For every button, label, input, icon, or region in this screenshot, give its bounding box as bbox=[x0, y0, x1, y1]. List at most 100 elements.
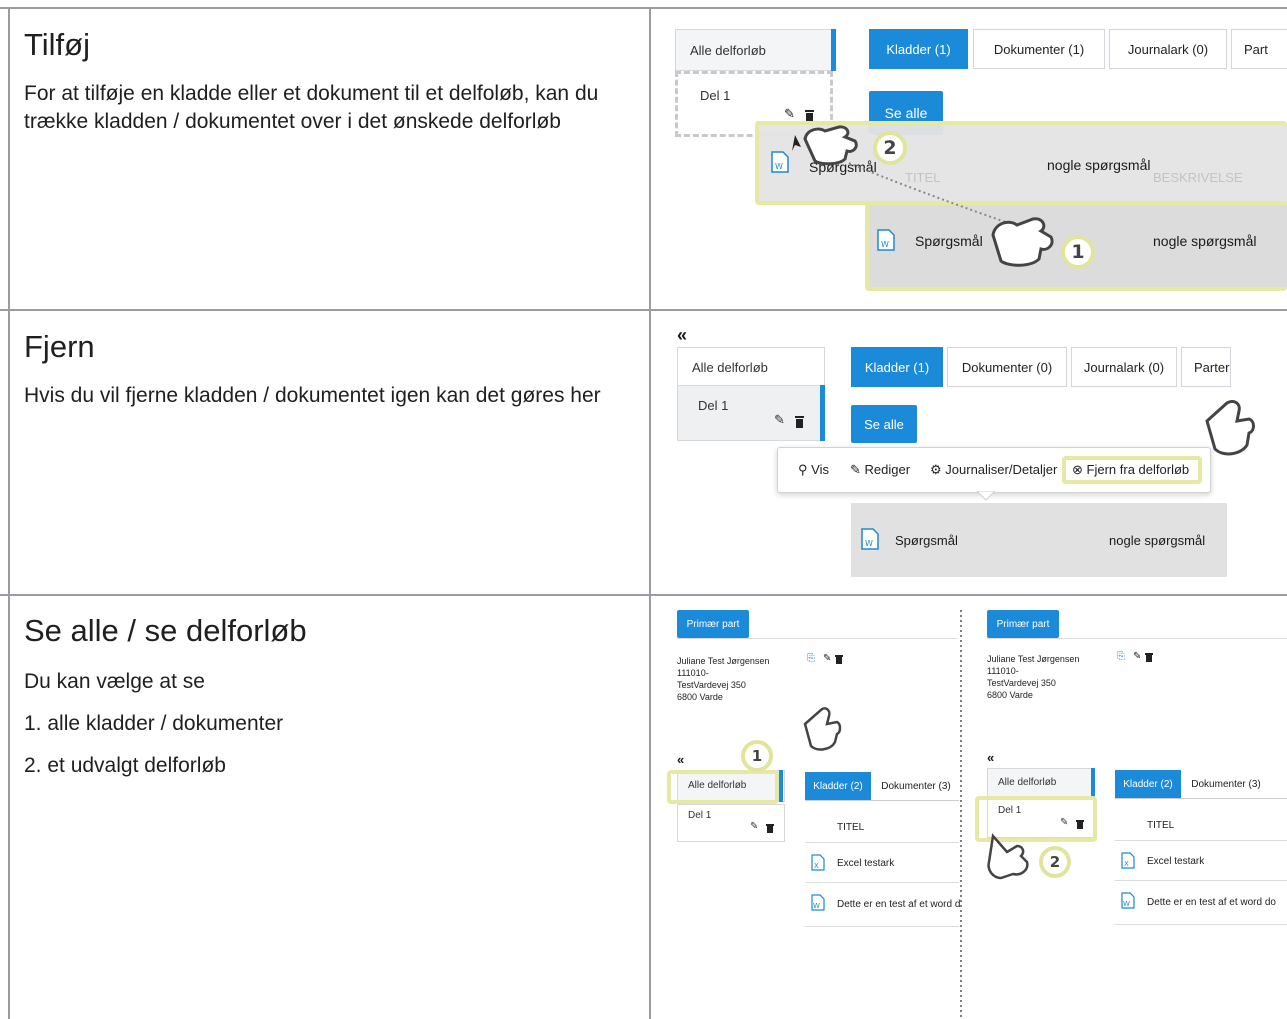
illustration-fjern: « Alle delforløb Del 1 ✎ Kladder (1) Dok… bbox=[651, 311, 1287, 594]
tab-dokumenter[interactable]: Dokumenter (3) bbox=[1183, 770, 1269, 798]
row-se-alle-text: Se alle / se delforløb Du kan vælge at s… bbox=[24, 612, 634, 780]
party-street: TestVardevej 350 bbox=[987, 678, 1056, 688]
collapse-icon[interactable]: « bbox=[677, 752, 684, 767]
table-border-left bbox=[8, 7, 10, 1019]
divider bbox=[805, 800, 959, 801]
sidebar-item-label: Alle delforløb bbox=[692, 360, 768, 375]
se-alle-button[interactable]: Se alle bbox=[851, 405, 917, 443]
menu-item-journaliser[interactable]: ⚙ Journaliser/Detaljer bbox=[930, 462, 1057, 478]
party-street: TestVardevej 350 bbox=[677, 680, 746, 690]
active-indicator bbox=[1091, 768, 1095, 798]
menu-item-vis[interactable]: ⚲ Vis bbox=[798, 462, 829, 478]
word-document-icon: W bbox=[811, 894, 825, 911]
sidebar-item-label: Del 1 bbox=[698, 398, 729, 413]
divider bbox=[805, 926, 959, 927]
divider bbox=[805, 882, 959, 883]
tab-primaer-part[interactable]: Primær part bbox=[987, 610, 1059, 638]
tab-journalark[interactable]: Journalark (0) bbox=[1071, 347, 1177, 387]
search-icon: ⚲ bbox=[798, 462, 808, 477]
collapse-icon[interactable]: « bbox=[987, 750, 994, 765]
divider bbox=[1115, 798, 1287, 799]
illustration-tilfoej: Alle delforløb Del 1 ✎ Kladder (1) Dokum… bbox=[651, 9, 1287, 309]
menu-item-rediger[interactable]: ✎ Rediger bbox=[850, 462, 910, 478]
trash-icon[interactable] bbox=[794, 414, 805, 428]
list-item-2: 2. et udvalgt delforløb bbox=[24, 754, 226, 777]
menu-item-label: Vis bbox=[811, 462, 829, 477]
party-name: Juliane Test Jørgensen bbox=[987, 654, 1080, 664]
svg-text:W: W bbox=[865, 539, 873, 548]
party-info: Juliane Test Jørgensen 111010- TestVarde… bbox=[987, 653, 1079, 701]
pencil-icon[interactable]: ✎ bbox=[1133, 651, 1141, 662]
hand-grab-icon bbox=[803, 125, 858, 166]
svg-text:X: X bbox=[814, 862, 819, 870]
svg-text:X: X bbox=[1124, 860, 1129, 868]
heading-fjern: Fjern bbox=[24, 329, 95, 364]
tab-kladder[interactable]: Kladder (2) bbox=[805, 772, 871, 800]
context-menu: ⚲ Vis ✎ Rediger ⚙ Journaliser/Detaljer ⊗… bbox=[777, 447, 1211, 493]
hand-pointer-icon bbox=[1205, 399, 1255, 456]
menu-item-label: Fjern fra delforløb bbox=[1086, 462, 1190, 477]
step-badge-1: 1 bbox=[741, 740, 773, 772]
divider bbox=[1115, 880, 1287, 881]
excel-document-icon: X bbox=[811, 854, 825, 871]
party-cpr: 111010- bbox=[677, 668, 709, 678]
preview-icon[interactable]: ⎘ bbox=[807, 653, 815, 664]
sidebar-item-del-1[interactable]: Del 1 ✎ bbox=[677, 385, 825, 441]
highlight-alle bbox=[667, 770, 779, 804]
trash-icon[interactable] bbox=[1145, 652, 1153, 662]
row-fjern-text: Fjern Hvis du vil fjerne kladden / dokum… bbox=[24, 328, 634, 410]
divider bbox=[1115, 924, 1287, 925]
row-tilfoej-text: Tilføj For at tilføje en kladde eller et… bbox=[24, 26, 634, 136]
sidebar-item-alle-delforloeb[interactable]: Alle delforløb bbox=[987, 768, 1095, 798]
heading-tilfoej: Tilføj bbox=[24, 27, 90, 62]
tab-kladder[interactable]: Kladder (1) bbox=[851, 347, 943, 387]
row-title[interactable]: Dette er en test af et word d bbox=[837, 899, 960, 910]
svg-text:W: W bbox=[1123, 900, 1130, 908]
pencil-icon[interactable]: ✎ bbox=[750, 821, 758, 832]
collapse-icon[interactable]: « bbox=[677, 325, 687, 346]
step-badge-2: 2 bbox=[1039, 846, 1071, 878]
tab-kladder[interactable]: Kladder (2) bbox=[1115, 770, 1181, 798]
tab-parter[interactable]: Parter bbox=[1181, 347, 1231, 387]
drag-path bbox=[792, 135, 1012, 225]
row-title[interactable]: Excel testark bbox=[1147, 856, 1204, 867]
hand-pointer-icon bbox=[987, 833, 1029, 880]
trash-icon[interactable] bbox=[766, 823, 774, 833]
panel-alle: Primær part Juliane Test Jørgensen 11101… bbox=[651, 596, 960, 1019]
pencil-icon[interactable]: ✎ bbox=[774, 412, 785, 428]
row-description: nogle spørgsmål bbox=[1109, 533, 1206, 548]
sidebar-item-label: Del 1 bbox=[688, 810, 712, 821]
menu-item-label: Journaliser/Detaljer bbox=[945, 462, 1058, 477]
menu-item-fjern-fra-delforloeb[interactable]: ⊗ Fjern fra delforløb bbox=[1072, 462, 1189, 478]
active-indicator bbox=[820, 385, 825, 441]
row-title[interactable]: Excel testark bbox=[837, 858, 894, 869]
party-name: Juliane Test Jørgensen bbox=[677, 656, 770, 666]
heading-se-alle: Se alle / se delforløb bbox=[24, 613, 307, 648]
divider bbox=[987, 638, 1287, 639]
tab-dokumenter[interactable]: Dokumenter (0) bbox=[947, 347, 1067, 387]
trash-icon[interactable] bbox=[835, 654, 843, 664]
gear-icon: ⚙ bbox=[930, 462, 942, 477]
hand-grab-icon bbox=[991, 217, 1054, 267]
preview-icon[interactable]: ⎘ bbox=[1117, 651, 1125, 662]
sidebar-item-alle-delforloeb[interactable]: Alle delforløb bbox=[677, 347, 825, 387]
row-title[interactable]: Dette er en test af et word do bbox=[1147, 897, 1276, 908]
step-badge-1: 1 bbox=[1061, 235, 1095, 269]
illustration-se-alle: Primær part Juliane Test Jørgensen 11101… bbox=[651, 596, 1287, 1019]
paragraph-se-alle: Du kan vælge at se bbox=[24, 670, 205, 693]
column-header-titel: TITEL bbox=[837, 822, 865, 833]
tab-primaer-part[interactable]: Primær part bbox=[677, 610, 749, 638]
tab-dokumenter[interactable]: Dokumenter (3) bbox=[873, 772, 959, 800]
edit-icon: ✎ bbox=[850, 462, 861, 477]
paragraph-fjern: Hvis du vil fjerne kladden / dokumentet … bbox=[24, 384, 601, 407]
sidebar-item-del-1[interactable]: Del 1 ✎ bbox=[677, 804, 785, 842]
sidebar-item-label: Alle delforløb bbox=[998, 777, 1057, 788]
pencil-icon[interactable]: ✎ bbox=[823, 653, 831, 664]
svg-text:W: W bbox=[813, 902, 820, 910]
panel-delforloeb: Primær part Juliane Test Jørgensen 11101… bbox=[961, 596, 1287, 1019]
row-title: Spørgsmål bbox=[895, 533, 958, 548]
active-indicator bbox=[779, 770, 783, 802]
excel-document-icon: X bbox=[1121, 852, 1135, 869]
step-badge-2: 2 bbox=[873, 131, 907, 165]
party-city: 6800 Varde bbox=[987, 690, 1033, 700]
